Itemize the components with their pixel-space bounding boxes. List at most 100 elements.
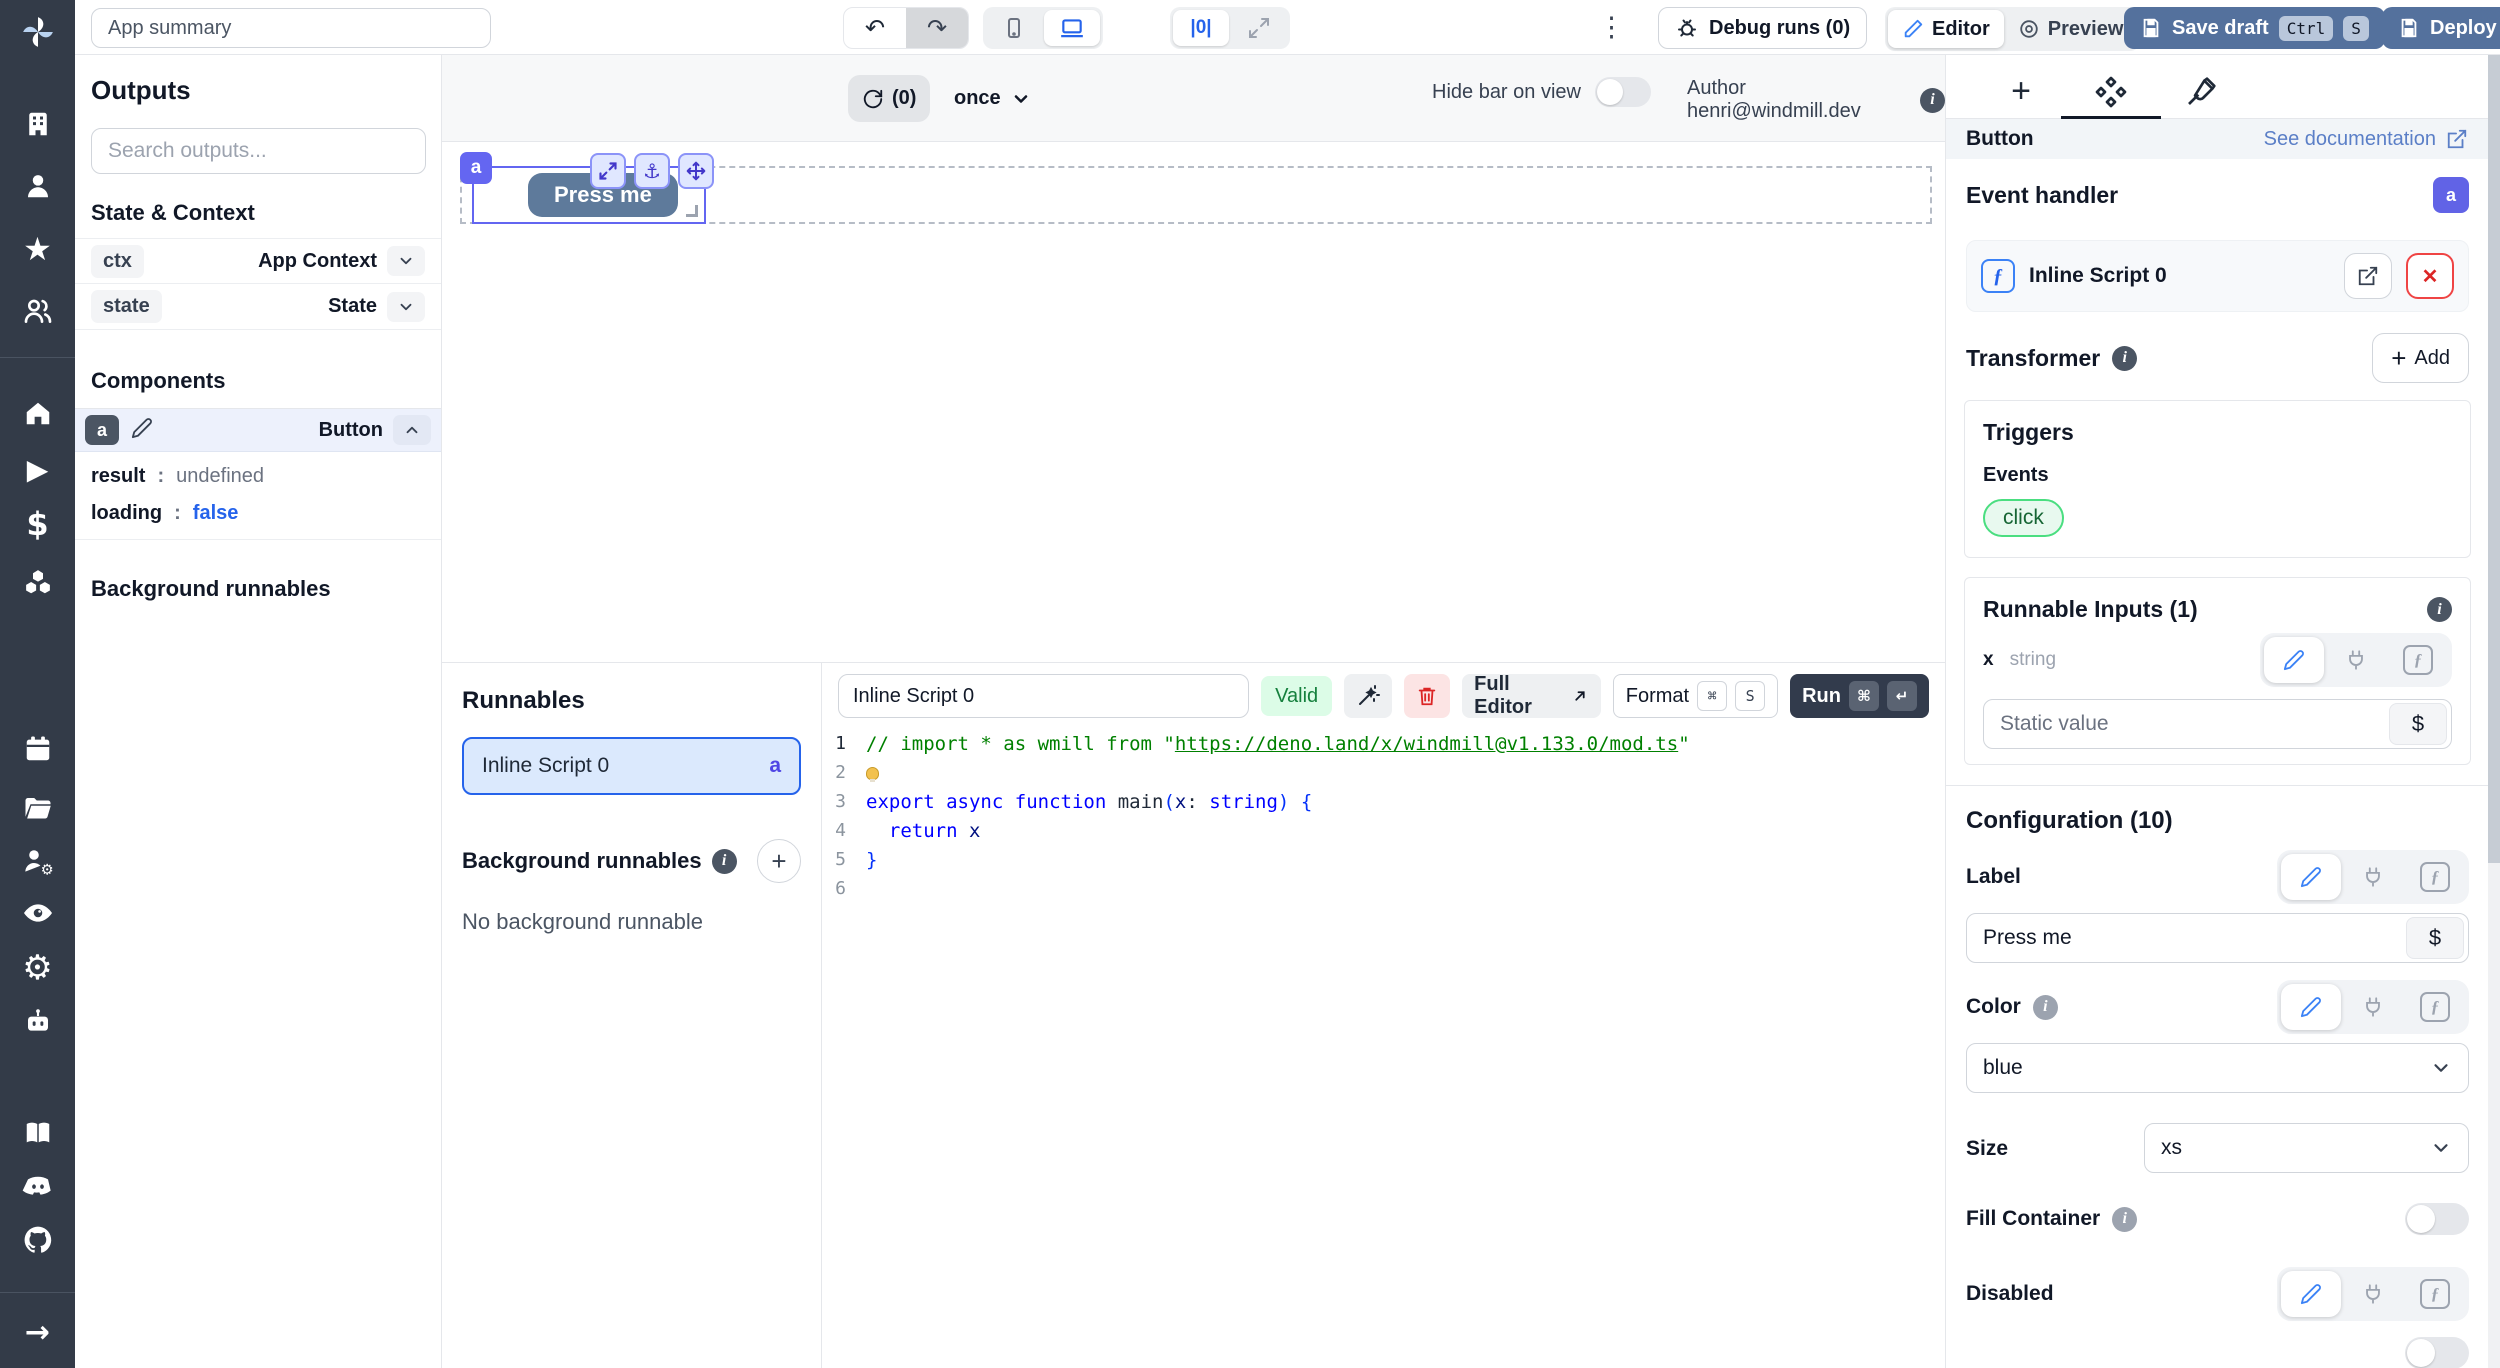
delete-script-button[interactable] (1404, 674, 1450, 718)
app-summary-input[interactable] (91, 8, 491, 48)
refresh-components-button[interactable]: (0) (848, 75, 930, 122)
collapse-arrow-icon[interactable]: → (0, 1312, 75, 1352)
template-dollar-button[interactable]: $ (2389, 703, 2447, 745)
mobile-view-button[interactable] (986, 10, 1042, 46)
desktop-view-button[interactable] (1044, 10, 1100, 46)
info-icon[interactable]: i (1920, 88, 1945, 113)
recompute-mode-select[interactable]: once (954, 75, 1031, 122)
format-button[interactable]: Format ⌘ S (1613, 674, 1778, 718)
audit-eye-icon[interactable] (0, 893, 75, 933)
ai-assistant-button[interactable] (1344, 674, 1392, 718)
ctx-expand-button[interactable] (387, 246, 425, 276)
ai-robot-icon[interactable] (0, 1002, 75, 1042)
editor-tab[interactable]: Editor (1888, 10, 2004, 48)
user-icon[interactable] (0, 166, 75, 206)
remove-script-button[interactable]: ✕ (2406, 253, 2454, 299)
ctx-output-row[interactable]: ctx App Context (75, 238, 441, 284)
hide-bar-toggle[interactable] (1595, 77, 1651, 107)
fullscreen-button[interactable] (1231, 10, 1287, 46)
eval-mode-button[interactable]: ƒ (2405, 854, 2465, 900)
styling-tab[interactable] (2156, 67, 2246, 116)
more-options-menu[interactable]: ⋮ (1598, 12, 1625, 42)
connect-mode-button[interactable] (2343, 854, 2403, 900)
preview-tab[interactable]: Preview (2004, 10, 2138, 48)
info-icon[interactable]: i (2427, 597, 2452, 622)
groups-icon[interactable] (0, 291, 75, 331)
component-id-badge: a (460, 152, 492, 184)
info-icon[interactable]: i (2112, 346, 2137, 371)
eval-mode-button[interactable]: ƒ (2405, 1271, 2465, 1317)
static-mode-button[interactable] (2281, 854, 2341, 900)
favorites-star-icon[interactable]: ★ (0, 229, 75, 269)
deploy-button[interactable]: Deploy (2382, 7, 2500, 49)
connect-mode-button[interactable] (2326, 637, 2386, 683)
script-name-input[interactable] (838, 674, 1249, 718)
search-outputs-input[interactable] (91, 128, 426, 174)
color-select[interactable]: blue (1966, 1043, 2469, 1093)
info-icon[interactable]: i (2033, 995, 2058, 1020)
home-icon[interactable] (0, 393, 75, 433)
svg-text:⚙: ⚙ (40, 861, 53, 877)
debug-runs-button[interactable]: Debug runs (0) (1658, 7, 1867, 49)
run-button[interactable]: Run ⌘ ↵ (1790, 674, 1929, 718)
label-value-input[interactable] (1967, 914, 2406, 962)
eval-mode-button[interactable]: ƒ (2405, 984, 2465, 1030)
fill-container-toggle[interactable] (2405, 1203, 2469, 1235)
state-expand-button[interactable] (387, 292, 425, 322)
input-key: x (1983, 649, 1994, 671)
info-icon[interactable]: i (2112, 1207, 2137, 1232)
component-settings-tab[interactable] (2066, 67, 2156, 116)
workers-icon[interactable]: ⚙ (0, 841, 75, 881)
workspace-icon[interactable] (0, 104, 75, 144)
static-value-input[interactable] (1984, 700, 2389, 748)
schedules-calendar-icon[interactable] (0, 729, 75, 769)
event-handler-script-card[interactable]: ƒ Inline Script 0 ✕ (1966, 240, 2469, 312)
add-background-runnable-button[interactable]: + (757, 839, 801, 883)
resources-boxes-icon[interactable] (0, 562, 75, 602)
github-icon[interactable] (0, 1220, 75, 1260)
connect-mode-button[interactable] (2343, 984, 2403, 1030)
component-collapse-button[interactable] (393, 415, 431, 445)
folders-icon[interactable] (0, 788, 75, 828)
eval-mode-button[interactable]: ƒ (2388, 637, 2448, 683)
center-layout-button[interactable]: |0| (1173, 10, 1229, 46)
scrollbar-thumb[interactable] (2488, 55, 2500, 863)
state-output-row[interactable]: state State (75, 284, 441, 330)
chevron-down-icon (2430, 1057, 2452, 1079)
anchor-component-button[interactable]: ⚓ (634, 153, 670, 189)
add-transformer-button[interactable]: + Add (2372, 333, 2469, 383)
variables-dollar-icon[interactable]: $ (0, 504, 75, 544)
code-editor[interactable]: 1// import * as wmill from "https://deno… (822, 729, 1945, 1368)
runs-play-icon[interactable]: ▶ (0, 449, 75, 489)
see-documentation-link[interactable]: See documentation (2264, 128, 2468, 151)
static-mode-button[interactable] (2264, 637, 2324, 683)
undo-button[interactable]: ↶ (844, 8, 906, 48)
edit-component-icon[interactable] (131, 417, 153, 444)
settings-gear-icon[interactable]: ⚙ (0, 946, 75, 990)
connect-mode-button[interactable] (2343, 1271, 2403, 1317)
info-icon[interactable]: i (712, 849, 737, 874)
template-dollar-button[interactable]: $ (2406, 917, 2464, 959)
function-icon: ƒ (2420, 1279, 2450, 1309)
static-mode-button[interactable] (2281, 1271, 2341, 1317)
redo-button[interactable]: ↷ (906, 8, 968, 48)
disabled-toggle[interactable] (2405, 1337, 2469, 1368)
discord-icon[interactable] (0, 1166, 75, 1206)
runnables-panel: Runnables Inline Script 0 a Background r… (442, 662, 822, 1368)
state-key: state (91, 290, 162, 323)
save-draft-button[interactable]: Save draft Ctrl S (2124, 7, 2385, 49)
insert-component-tab[interactable]: + (1976, 67, 2066, 116)
full-editor-button[interactable]: Full Editor (1462, 674, 1601, 718)
right-panel-scrollbar[interactable] (2488, 55, 2500, 1368)
open-script-button[interactable] (2344, 253, 2392, 299)
move-component-button[interactable] (678, 153, 714, 189)
windmill-logo-icon[interactable] (0, 12, 75, 52)
resize-handle[interactable] (686, 205, 698, 217)
static-mode-button[interactable] (2281, 984, 2341, 1030)
docs-book-icon[interactable] (0, 1113, 75, 1153)
inline-script-item[interactable]: Inline Script 0 a (462, 737, 801, 795)
size-select[interactable]: xs (2144, 1123, 2469, 1173)
app-canvas[interactable]: a ⚓ Press me (442, 142, 1945, 662)
component-output-row[interactable]: a Button (75, 408, 441, 452)
expand-component-button[interactable] (590, 153, 626, 189)
